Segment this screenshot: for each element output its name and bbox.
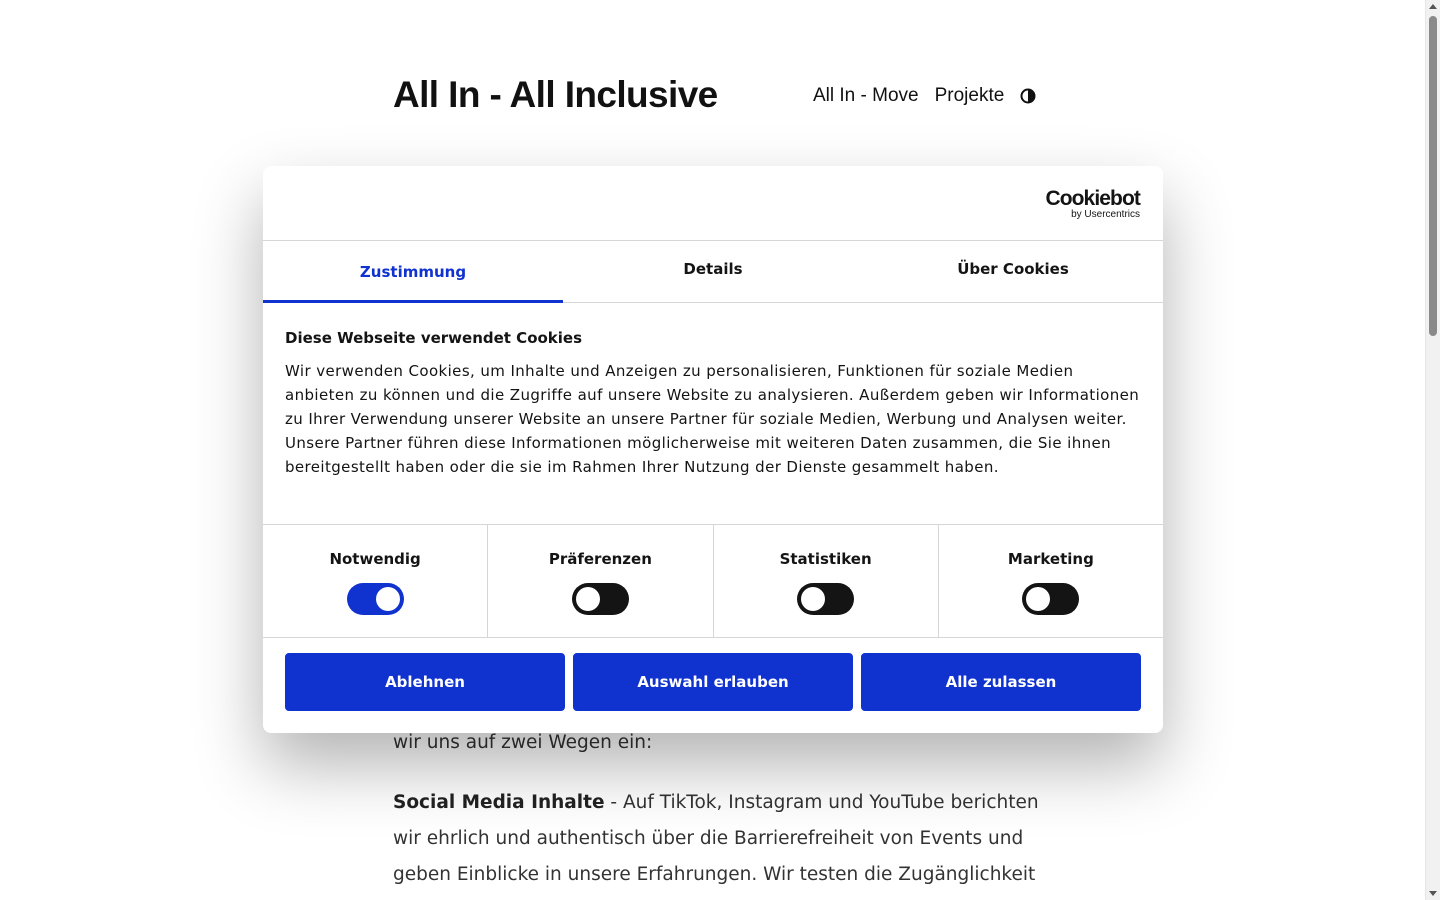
allow-all-button[interactable]: Alle zulassen xyxy=(861,653,1141,711)
brand-name: Cookiebot xyxy=(1045,187,1140,210)
category-praeferenzen: Präferenzen xyxy=(488,525,714,637)
toggle-statistiken[interactable] xyxy=(797,583,855,615)
category-label: Statistiken xyxy=(779,550,872,568)
category-label: Notwendig xyxy=(329,550,421,568)
site-nav: All In - Move Projekte xyxy=(813,85,1036,107)
half-circle-contrast-icon[interactable] xyxy=(1020,88,1036,104)
toggle-praeferenzen[interactable] xyxy=(571,583,629,615)
dialog-description: Wir verwenden Cookies, um Inhalte und An… xyxy=(285,362,1140,476)
category-marketing: Marketing xyxy=(939,525,1163,637)
scroll-up-arrow-icon[interactable] xyxy=(1429,4,1437,9)
allow-selection-button[interactable]: Auswahl erlauben xyxy=(573,653,853,711)
nav-link-all-in-move[interactable]: All In - Move xyxy=(813,85,919,107)
main-content: wir uns auf zwei Wegen ein: Social Media… xyxy=(393,725,1043,900)
dialog-actions: Ablehnen Auswahl erlauben Alle zulassen xyxy=(285,653,1141,711)
page-scrollbar[interactable] xyxy=(1425,0,1440,900)
brand-subtitle: by Usercentrics xyxy=(1071,209,1140,220)
scroll-down-arrow-icon[interactable] xyxy=(1429,891,1437,896)
dialog-header: Cookiebot by Usercentrics xyxy=(263,166,1163,241)
paragraph-bold-lead: Social Media Inhalte xyxy=(393,792,605,813)
toggle-knob xyxy=(1026,587,1051,611)
consent-categories: Notwendig Präferenzen Statistiken Market… xyxy=(263,524,1163,638)
category-statistiken: Statistiken xyxy=(714,525,939,637)
tab-ueber-cookies[interactable]: Über Cookies xyxy=(863,241,1163,302)
toggle-knob xyxy=(801,587,826,611)
tab-zustimmung[interactable]: Zustimmung xyxy=(263,241,563,303)
cookiebot-logo: Cookiebot by Usercentrics xyxy=(1045,188,1140,220)
category-label: Marketing xyxy=(1007,550,1094,568)
toggle-notwendig[interactable] xyxy=(346,583,404,615)
site-title[interactable]: All In - All Inclusive xyxy=(393,74,718,116)
site-header: All In - All Inclusive All In - Move Pro… xyxy=(393,72,1043,120)
deny-button[interactable]: Ablehnen xyxy=(285,653,565,711)
toggle-knob xyxy=(375,587,400,611)
toggle-knob xyxy=(575,587,600,611)
nav-link-projekte[interactable]: Projekte xyxy=(935,85,1005,107)
toggle-marketing[interactable] xyxy=(1022,583,1080,615)
dialog-tabs: Zustimmung Details Über Cookies xyxy=(263,241,1163,303)
category-label: Präferenzen xyxy=(548,550,652,568)
cookie-consent-dialog: Cookiebot by Usercentrics Zustimmung Det… xyxy=(263,166,1163,733)
dialog-body: Diese Webseite verwendet Cookies Wir ver… xyxy=(263,303,1163,525)
dialog-heading: Diese Webseite verwendet Cookies xyxy=(285,329,583,347)
tab-details[interactable]: Details xyxy=(563,241,863,302)
category-notwendig: Notwendig xyxy=(263,525,489,637)
content-paragraph: Social Media Inhalte - Auf TikTok, Insta… xyxy=(393,785,1043,893)
scroll-thumb[interactable] xyxy=(1429,16,1437,336)
